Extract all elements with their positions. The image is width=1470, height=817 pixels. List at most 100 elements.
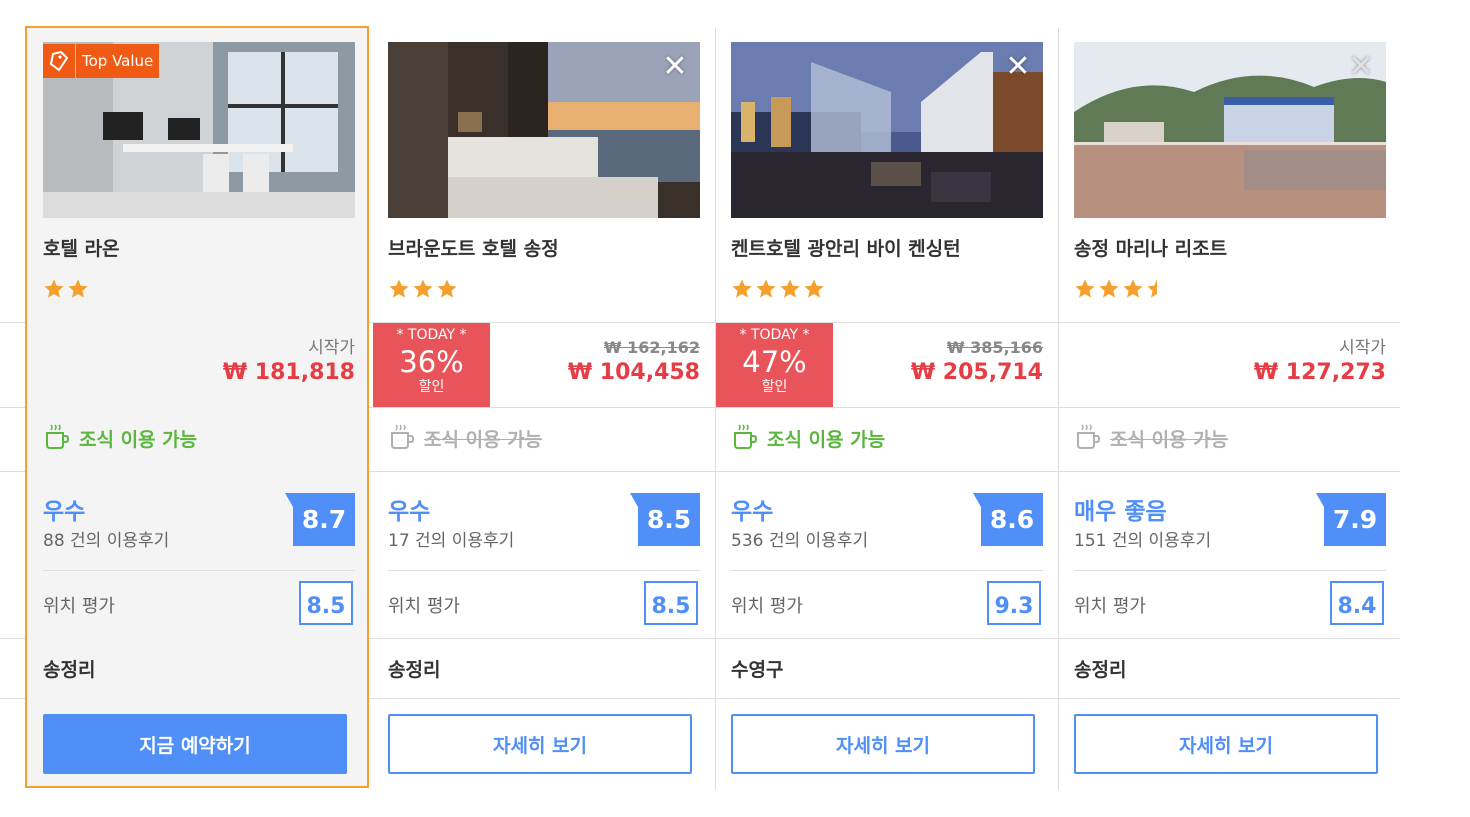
location-rating-label: 위치 평가: [1074, 596, 1146, 617]
star-icon: [389, 279, 409, 298]
half-star-icon: [1147, 279, 1157, 298]
hotel-card: ✕ 켄트호텔 광안리 바이 켄싱턴 * TODAY * 47% 할인 ₩ 385…: [716, 0, 1043, 817]
price: ₩ 127,273: [1253, 360, 1386, 385]
price: ₩ 104,458: [567, 360, 700, 385]
coffee-cup-icon: [731, 422, 759, 455]
today-discount-badge: * TODAY * 47% 할인: [716, 323, 833, 407]
price-block: 시작가 ₩ 181,818: [223, 338, 355, 388]
star-icon: [1123, 279, 1143, 298]
location-rating-label: 위치 평가: [731, 596, 803, 617]
discount-percent: 36%: [399, 345, 464, 379]
star-icon: [732, 279, 752, 298]
today-discount-badge: * TODAY * 36% 할인: [373, 323, 490, 407]
book-now-button[interactable]: 지금 예약하기: [43, 714, 347, 774]
review-score-badge: 8.5: [630, 493, 700, 546]
rating-word: 우수: [388, 499, 431, 525]
review-count[interactable]: 151 건의 이용후기: [1074, 526, 1211, 551]
divider: [1074, 570, 1386, 571]
location-rating-label: 위치 평가: [388, 596, 460, 617]
star-rating: [731, 278, 825, 300]
location-rating-label: 위치 평가: [43, 596, 115, 617]
breakfast-label: 조식 이용 가능: [1110, 429, 1229, 451]
coffee-cup-icon: [388, 422, 416, 455]
star-icon: [1075, 279, 1095, 298]
divider: [388, 570, 700, 571]
star-icon: [68, 279, 88, 298]
breakfast-info: 조식 이용 가능: [731, 422, 885, 455]
hotel-photo[interactable]: ✕: [731, 42, 1043, 218]
breakfast-info: 조식 이용 가능: [388, 422, 542, 455]
district: 송정리: [43, 659, 96, 681]
star-icon: [437, 279, 457, 298]
hotel-name[interactable]: 브라운도트 호텔 송정: [388, 234, 559, 261]
rating-word: 매우 좋음: [1074, 499, 1167, 525]
price: ₩ 181,818: [222, 360, 355, 385]
hotel-card: ✕ 송정 마리나 리조트 시작가 ₩ 127,273 조식 이용 가능 매우 좋…: [1074, 0, 1386, 817]
top-value-badge: Top Value: [43, 44, 160, 78]
close-icon[interactable]: ✕: [1003, 52, 1033, 82]
breakfast-label: 조식 이용 가능: [424, 429, 543, 451]
discount-percent: 47%: [742, 345, 807, 379]
badge-label: Top Value: [82, 52, 154, 70]
district: 송정리: [388, 659, 441, 681]
original-price: ₩ 162,162: [603, 338, 700, 357]
location-score-badge: 9.3: [987, 581, 1041, 625]
hotel-name[interactable]: 송정 마리나 리조트: [1074, 234, 1227, 261]
location-score-badge: 8.5: [644, 581, 698, 625]
breakfast-label: 조식 이용 가능: [767, 429, 886, 451]
price-block: ₩ 385,166 ₩ 205,714: [911, 338, 1043, 388]
original-price: ₩ 385,166: [946, 338, 1043, 357]
breakfast-info: 조식 이용 가능: [43, 422, 197, 455]
star-icon: [1099, 279, 1119, 298]
review-count[interactable]: 536 건의 이용후기: [731, 526, 868, 551]
review-score-badge: 7.9: [1316, 493, 1386, 546]
price-block: ₩ 162,162 ₩ 104,458: [568, 338, 700, 388]
review-count[interactable]: 17 건의 이용후기: [388, 526, 514, 551]
star-rating: [43, 278, 89, 300]
view-details-button[interactable]: 자세히 보기: [731, 714, 1035, 774]
review-score-badge: 8.6: [973, 493, 1043, 546]
hotel-name[interactable]: 켄트호텔 광안리 바이 켄싱턴: [731, 234, 961, 261]
discount-label: 할인: [761, 379, 788, 395]
breakfast-label: 조식 이용 가능: [79, 429, 198, 451]
rating-word: 우수: [731, 499, 774, 525]
district: 수영구: [731, 659, 784, 681]
close-icon[interactable]: ✕: [1346, 52, 1376, 82]
star-icon: [804, 279, 824, 298]
district: 송정리: [1074, 659, 1127, 681]
price: ₩ 205,714: [910, 360, 1043, 385]
hotel-name[interactable]: 호텔 라온: [43, 234, 120, 261]
col-divider: [715, 28, 716, 790]
view-details-button[interactable]: 자세히 보기: [1074, 714, 1378, 774]
location-score-badge: 8.5: [299, 581, 353, 625]
hotel-photo[interactable]: ✕: [388, 42, 700, 218]
view-details-button[interactable]: 자세히 보기: [388, 714, 692, 774]
hotel-photo[interactable]: ✕: [1074, 42, 1386, 218]
col-divider: [1058, 28, 1059, 790]
coffee-cup-icon: [1074, 422, 1102, 455]
divider: [43, 570, 355, 571]
star-icon: [780, 279, 800, 298]
price-from-label: 시작가: [1339, 338, 1386, 358]
star-rating: [388, 278, 458, 300]
location-score-badge: 8.4: [1330, 581, 1384, 625]
coffee-cup-icon: [43, 422, 71, 455]
star-rating: [1074, 278, 1168, 300]
hotel-photo[interactable]: Top Value: [43, 42, 355, 218]
hotel-card: ✕ 브라운도트 호텔 송정 * TODAY * 36% 할인 ₩ 162,162…: [373, 0, 700, 817]
divider: [731, 570, 1043, 571]
price-tag-icon: [43, 44, 76, 78]
review-score-badge: 8.7: [285, 493, 355, 546]
review-count[interactable]: 88 건의 이용후기: [43, 526, 169, 551]
breakfast-info: 조식 이용 가능: [1074, 422, 1228, 455]
today-label: * TODAY *: [739, 327, 810, 343]
star-icon: [44, 279, 64, 298]
today-label: * TODAY *: [396, 327, 467, 343]
hotel-card: Top Value 호텔 라온 시작가 ₩ 181,818 조식 이용 가능 우…: [43, 0, 355, 817]
star-icon: [756, 279, 776, 298]
rating-word: 우수: [43, 499, 86, 525]
price-block: 시작가 ₩ 127,273: [1254, 338, 1386, 388]
price-from-label: 시작가: [308, 338, 355, 358]
close-icon[interactable]: ✕: [660, 52, 690, 82]
discount-label: 할인: [418, 379, 445, 395]
